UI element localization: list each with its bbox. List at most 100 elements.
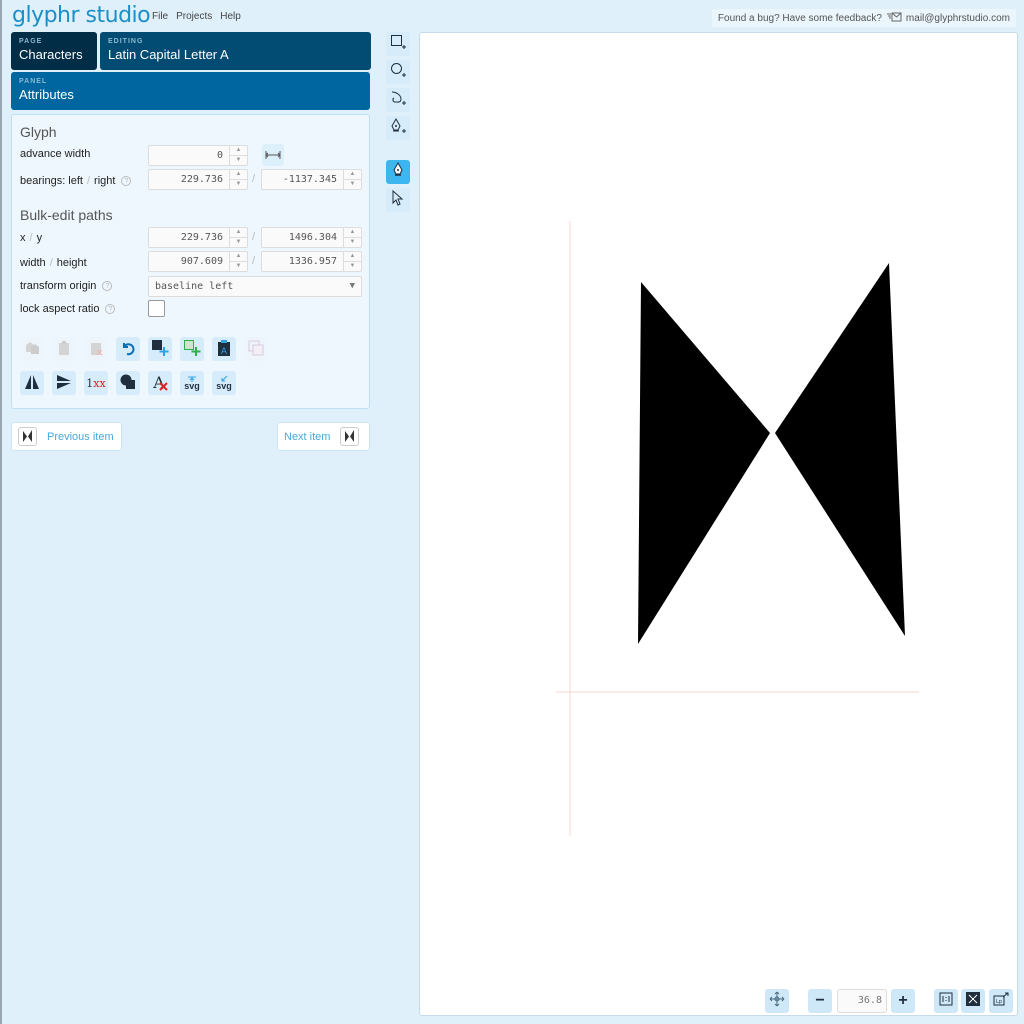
feedback-email-link[interactable]: mail@glyphrstudio.com [906,13,1010,24]
copy-glyph-button[interactable] [244,337,268,361]
previous-item-label: Previous item [47,430,114,443]
height-input[interactable]: 1336.957 ▲ ▼ [261,251,362,272]
help-icon[interactable]: ? [105,304,116,314]
round-values-button[interactable]: 1xx [84,371,108,395]
previous-item-button[interactable]: Previous item [11,422,122,451]
decrement-icon[interactable]: ▼ [344,238,361,247]
export-svg-button[interactable]: svg [212,371,236,395]
x-input[interactable]: 229.736 ▲ ▼ [148,227,248,248]
export-svg-icon: svg [216,376,232,391]
zoom-in-button[interactable]: + [891,989,915,1013]
transform-origin-select[interactable]: baseline left ▼ [148,276,362,297]
glyph-left-triangle[interactable] [638,282,770,644]
svg-text:Lp: Lp [996,999,1002,1005]
menu-file[interactable]: File [152,11,168,22]
new-rectangle-tool[interactable] [386,32,410,56]
add-component-icon [183,339,201,360]
increment-icon[interactable]: ▲ [344,170,361,180]
undo-icon [120,340,136,359]
lock-aspect-checkbox[interactable] [148,300,165,317]
increment-icon[interactable]: ▲ [230,146,247,156]
pointer-tool[interactable] [386,188,410,212]
flip-vertical-button[interactable] [52,371,76,395]
zoom-level-input[interactable]: 36.8 [837,989,887,1013]
pen-tool[interactable] [386,160,410,184]
panel-selector[interactable]: PANEL Attributes [11,72,370,110]
glyph-thumbnail-icon [340,427,360,446]
import-svg-icon: svg [184,376,200,391]
menu-help[interactable]: Help [220,11,241,22]
glyph-copies-icon [248,340,264,359]
open-preview-button[interactable]: Lp [989,989,1013,1013]
clear-paste-button[interactable] [84,337,108,361]
main-menu: File Projects Help [152,11,241,22]
glyph-right-triangle[interactable] [775,263,905,636]
app-logo: glyphr studio [12,3,151,28]
editing-label: EDITING [108,38,144,45]
import-svg-button[interactable]: svg [180,371,204,395]
page-value: Characters [19,47,83,62]
increment-icon[interactable]: ▲ [344,252,361,262]
increment-icon[interactable]: ▲ [230,228,247,238]
undo-button[interactable] [116,337,140,361]
new-oval-tool[interactable] [386,60,410,84]
pan-button[interactable] [765,989,789,1013]
editing-selector[interactable]: EDITING Latin Capital Letter A [100,32,371,70]
editing-value: Latin Capital Letter A [108,47,229,62]
decrement-icon[interactable]: ▼ [230,180,247,189]
flip-horizontal-icon [23,373,41,394]
menu-projects[interactable]: Projects [176,11,212,22]
decrement-icon[interactable]: ▼ [344,262,361,271]
glyph-thumbnail-icon [18,427,37,446]
pen-add-tool[interactable] [386,116,410,140]
new-rectangle-icon [390,34,406,55]
increment-icon[interactable]: ▲ [344,228,361,238]
separator: / [252,231,256,243]
pen-icon [391,161,405,183]
add-shape-icon [151,339,169,360]
bulk-edit-section-title: Bulk-edit paths [20,207,113,223]
external-preview-icon: Lp [993,992,1009,1011]
page-selector[interactable]: PAGE Characters [11,32,97,70]
copy-button[interactable] [20,337,44,361]
page-label: PAGE [19,38,43,45]
add-component-button[interactable] [180,337,204,361]
glyph-link-button[interactable]: A [212,337,236,361]
chevron-down-icon: ▼ [349,281,355,291]
minus-icon: − [815,992,825,1009]
feedback-bar[interactable]: Found a bug? Have some feedback? mail@gl… [711,9,1016,27]
increment-icon[interactable]: ▲ [230,170,247,180]
decrement-icon[interactable]: ▼ [230,156,247,165]
paste-icon [57,340,71,359]
flip-horizontal-button[interactable] [20,371,44,395]
clear-glyph-button[interactable]: A [148,371,172,395]
decrement-icon[interactable]: ▼ [230,262,247,271]
increment-icon[interactable]: ▲ [230,252,247,262]
svg-text:A: A [221,347,228,357]
zoom-out-button[interactable]: − [808,989,832,1013]
y-input[interactable]: 1496.304 ▲ ▼ [261,227,362,248]
new-path-tool[interactable] [386,88,410,112]
edit-canvas[interactable] [419,32,1018,1016]
xy-label: x / y [20,232,43,244]
help-icon[interactable]: ? [121,176,132,186]
zoom-one-to-one-button[interactable] [934,989,958,1013]
decrement-icon[interactable]: ▼ [230,238,247,247]
width-input[interactable]: 907.609 ▲ ▼ [148,251,248,272]
add-shape-button[interactable] [148,337,172,361]
zoom-fit-button[interactable] [961,989,985,1013]
separator: / [252,255,256,267]
clear-glyph-icon: A [151,373,169,394]
plus-icon: + [898,992,908,1009]
paste-button[interactable] [52,337,76,361]
decrement-icon[interactable]: ▼ [344,180,361,189]
advance-width-input[interactable]: 0 ▲ ▼ [148,145,248,166]
advance-width-label: advance width [20,148,91,160]
next-item-button[interactable]: Next item [277,422,370,451]
help-icon[interactable]: ? [102,281,113,291]
pointer-arrow-icon [391,189,405,211]
bearing-right-input[interactable]: -1137.345 ▲ ▼ [261,169,362,190]
combine-button[interactable] [116,371,140,395]
bearing-left-input[interactable]: 229.736 ▲ ▼ [148,169,248,190]
auto-fit-width-button[interactable] [262,144,284,166]
